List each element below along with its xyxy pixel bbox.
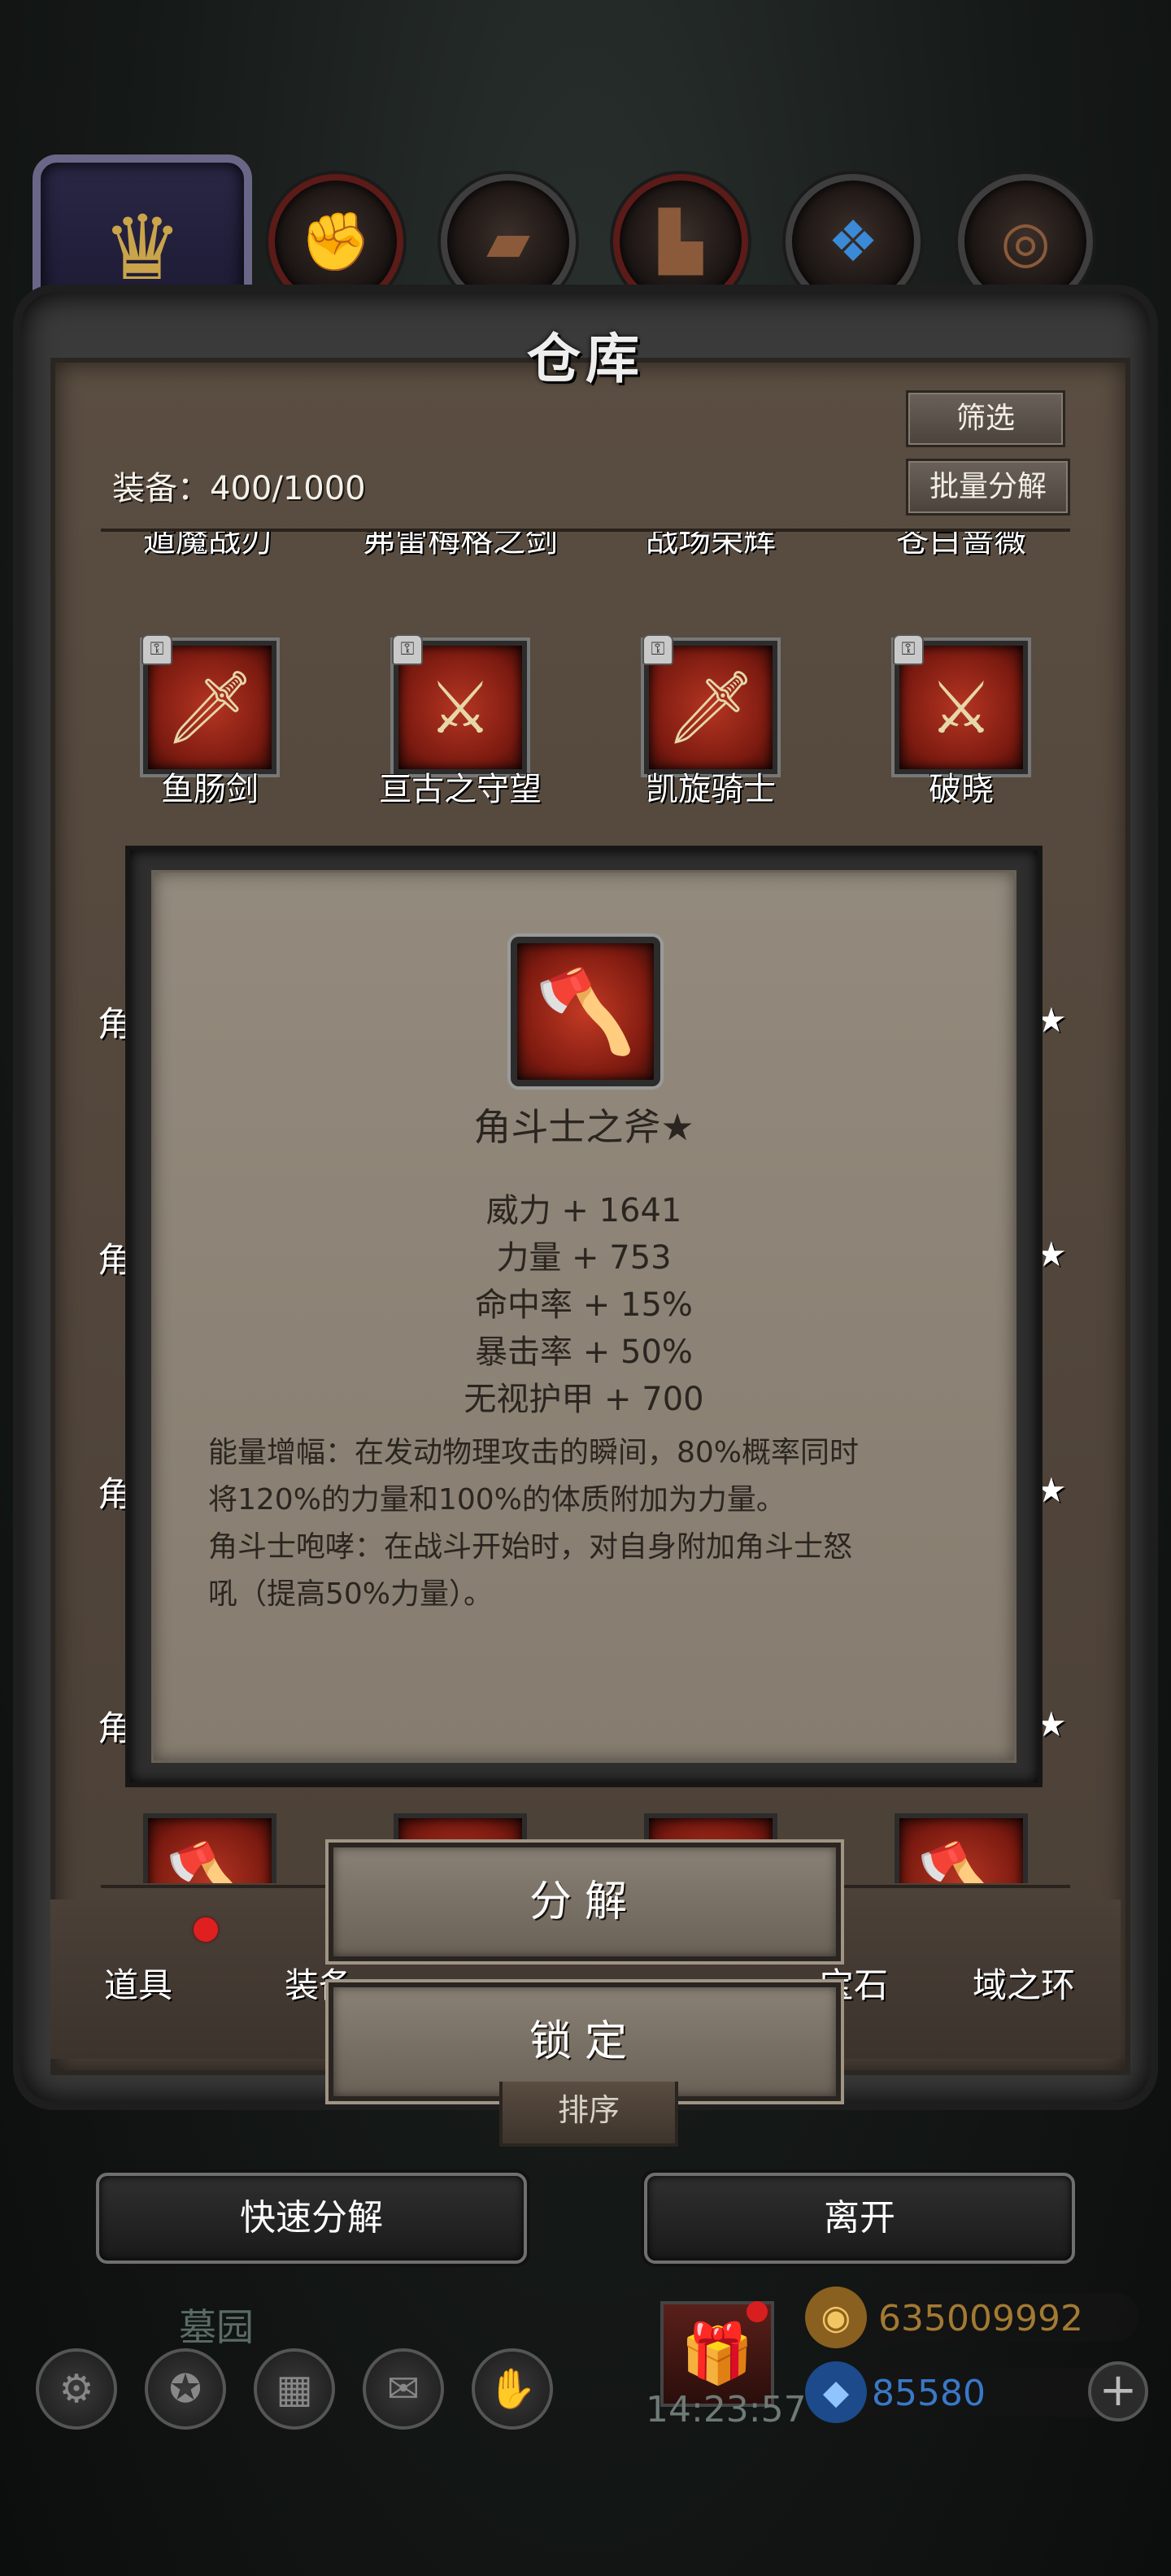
description-line: 能量增幅：在发动物理攻击的瞬间，80%概率同时 [208, 1436, 860, 1469]
settings-icon[interactable]: ⚙ [36, 2348, 117, 2430]
item-name-partial: 角 [98, 1004, 133, 1044]
item-slot[interactable]: 🪓 [143, 1813, 276, 1883]
category-ring-tab[interactable]: ◎ [958, 174, 1093, 309]
stat-line: 威力 + 1641 [485, 1192, 682, 1229]
blue-gem-icon: ◆ [805, 2361, 867, 2423]
notification-dot [747, 2301, 768, 2322]
stat-line: 命中率 + 15% [475, 1286, 693, 1324]
axe-icon: 🪓 [143, 1813, 276, 1883]
equip-count: 装备：400/1000 [112, 470, 366, 507]
item-name: 破晓 [929, 771, 994, 808]
item-name: 凯旋骑士 [646, 771, 776, 808]
trade-icon[interactable]: ✋ [472, 2348, 553, 2430]
leave-button[interactable]: 离开 [644, 2173, 1075, 2264]
timer: 14:23:57 [646, 2389, 807, 2430]
star-icon: ★ [1036, 1234, 1067, 1274]
codex-icon[interactable]: ▦ [254, 2348, 335, 2430]
tooltip-item-name: 角斗士之斧★ [473, 1105, 694, 1149]
decompose-button[interactable]: 分解 [329, 1843, 841, 1961]
tooltip-description: 能量增幅：在发动物理攻击的瞬间，80%概率同时 将120%的力量和100%的体质… [208, 1429, 989, 1618]
gem-amount: 85580 [872, 2373, 986, 2414]
item-slot[interactable]: 🪓 [895, 1813, 1028, 1883]
achievement-icon[interactable]: ✪ [145, 2348, 226, 2430]
panel-title: 仓库 [527, 328, 644, 390]
stat-line: 力量 + 753 [496, 1239, 672, 1277]
item-name-partial: 角 [98, 1708, 133, 1748]
location-label: 墓园 [179, 2305, 254, 2349]
gold-amount: 635009992 [878, 2298, 1083, 2339]
stat-line: 暴击率 + 50% [475, 1334, 693, 1371]
item-name: 弗雷梅格之剑 [363, 532, 558, 559]
star-icon: ★ [1036, 1470, 1067, 1510]
item-slot[interactable]: ⚔ ⚿ [893, 634, 1028, 774]
ring-icon: ◎ [1000, 208, 1051, 275]
armor-icon: ▰ [486, 208, 530, 275]
category-glove-tab[interactable]: ✊ [268, 174, 403, 309]
tab-items[interactable]: 道具 [104, 1958, 172, 2008]
batch-decompose-button[interactable]: 批量分解 [906, 459, 1070, 516]
category-armor-tab[interactable]: ▰ [441, 174, 576, 309]
mail-icon[interactable]: ✉ [363, 2348, 444, 2430]
lock-icon: ⚿ [141, 634, 172, 665]
item-name-partial: 角 [98, 1474, 133, 1514]
item-name: 苍白蔷薇 [896, 532, 1026, 559]
axe-icon: 🪓 [895, 1813, 1028, 1883]
star-icon: ★ [1036, 1704, 1067, 1744]
item-slot[interactable]: ⚔ ⚿ [392, 634, 527, 774]
stat-line: 无视护甲 + 700 [464, 1381, 704, 1418]
quick-decompose-button[interactable]: 快速分解 [96, 2173, 527, 2264]
axe-icon: 🪓 [511, 937, 660, 1086]
filter-button[interactable]: 筛选 [906, 390, 1065, 447]
item-slot[interactable]: 🗡 ⚿ [141, 634, 276, 774]
category-boots-tab[interactable]: ▙ [613, 174, 748, 309]
lock-icon: ⚿ [642, 634, 673, 665]
add-currency-button[interactable]: + [1088, 2361, 1148, 2422]
sort-button[interactable]: 排序 [499, 2082, 678, 2147]
notification-dot [194, 1917, 218, 1942]
item-name-partial: 角 [98, 1240, 133, 1280]
lock-icon: ⚿ [392, 634, 423, 665]
tab-domain-ring[interactable]: 域之环 [973, 1958, 1075, 2008]
item-name: 遁魔战刃 [143, 532, 273, 559]
crown-icon: ♛ [102, 196, 183, 300]
item-row-partial: 遁魔战刃 弗雷梅格之剑 战场荣辉 苍白蔷薇 [0, 532, 1171, 572]
gold-coin-icon: ◉ [805, 2287, 867, 2348]
description-line: 将120%的力量和100%的体质附加为力量。 [208, 1483, 786, 1516]
item-name: 鱼肠剑 [161, 771, 259, 808]
description-line: 吼（提高50%力量）。 [208, 1577, 494, 1611]
description-line: 角斗士咆哮：在战斗开始时，对自身附加角斗士怒 [208, 1530, 853, 1564]
star-icon: ★ [1036, 1000, 1067, 1040]
glove-icon: ✊ [300, 207, 372, 275]
category-gem-tab[interactable]: ❖ [786, 174, 921, 309]
lock-icon: ⚿ [893, 634, 924, 665]
gem-icon: ❖ [827, 208, 879, 275]
item-slot[interactable]: 🗡 ⚿ [642, 634, 777, 774]
item-name: 亘古之守望 [379, 771, 542, 808]
item-name: 战场荣辉 [646, 532, 776, 559]
boots-icon: ▙ [659, 208, 703, 275]
